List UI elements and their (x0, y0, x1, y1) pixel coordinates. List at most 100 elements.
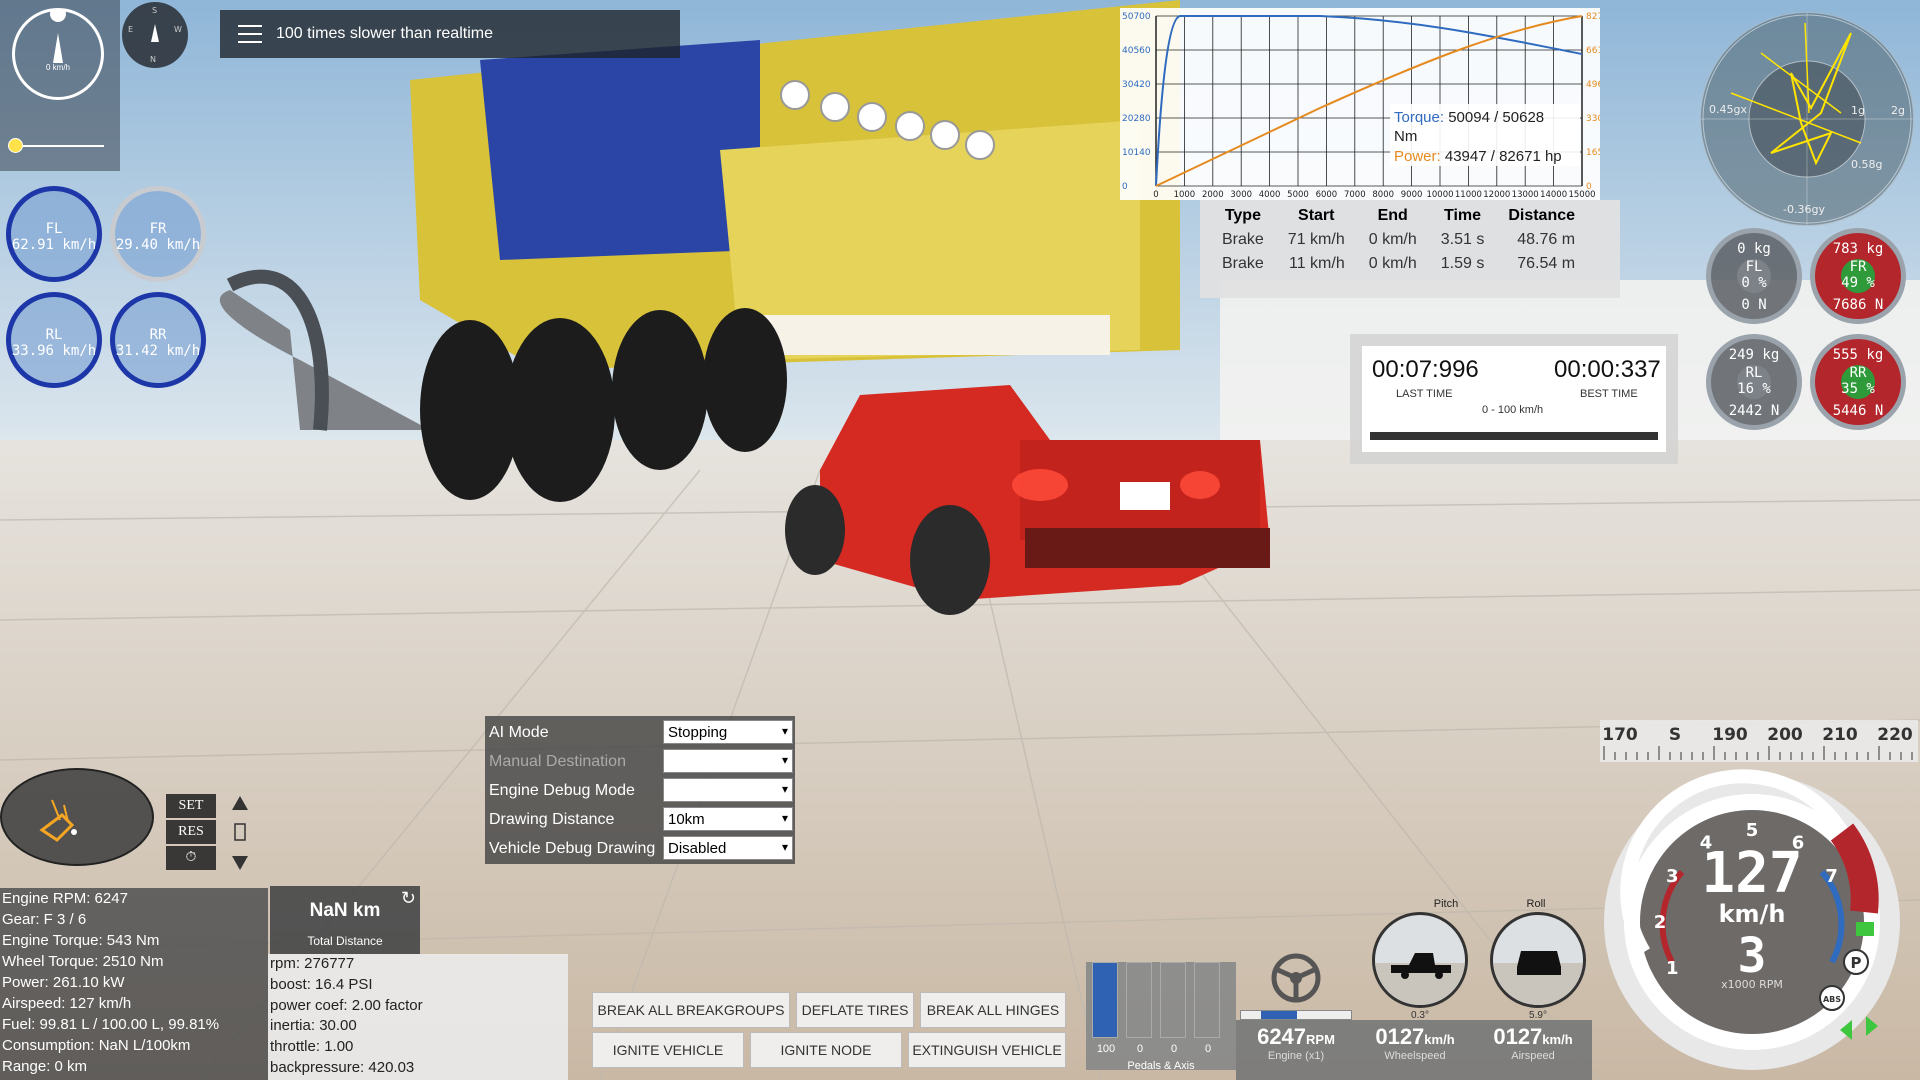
reset-icon[interactable]: ↻ (401, 888, 416, 909)
torque-unit: Nm (1394, 128, 1417, 145)
stat-line: Power: 261.10 kW (2, 974, 125, 991)
ai-row: Engine Debug Mode (489, 778, 793, 804)
engine-info-line: inertia: 30.00 (270, 1017, 357, 1035)
ai-row: AI Mode Stopping (489, 720, 793, 746)
rpm-tick: 2 (1654, 912, 1667, 933)
heading-label: 170 (1602, 725, 1638, 745)
acceleration-timer: 00:07:996 LAST TIME 00:00:337 BEST TIME … (1350, 334, 1678, 464)
x-tick: 13000 (1512, 190, 1539, 200)
brake-cell: 0 km/h (1368, 255, 1417, 272)
wheel-label: RL (45, 327, 63, 343)
x-tick: 7000 (1344, 190, 1366, 200)
brake-cell: Brake (1222, 255, 1264, 272)
ai-row-select[interactable] (663, 778, 793, 802)
y-left-tick: 30420 (1122, 80, 1151, 90)
brake-cell: 11 km/h (1288, 255, 1345, 272)
wheel-speed-fl: FL 62.91 km/h (6, 186, 102, 282)
wheel-speed-rr: RR 31.42 km/h (110, 292, 206, 388)
torque-power-graph: 50700 40560 30420 20280 10140 0 82700 66160 496… (1120, 8, 1600, 200)
tire-load-name: RR (1849, 365, 1867, 381)
pedal-value: 0 (1136, 1043, 1144, 1055)
cruise-res-button[interactable]: RES (166, 820, 216, 844)
wheel-speed-fr: FR 29.40 km/h (110, 186, 206, 282)
svg-text:N: N (150, 55, 156, 64)
engine-debug-info: rpm: 276777 boost: 16.4 PSI power coef: 2.… (268, 954, 568, 1080)
compass: 0 km/h (12, 6, 104, 100)
ai-row-select[interactable]: 10km (663, 807, 793, 831)
trip-distance: NaN km (309, 900, 381, 921)
menu-icon[interactable] (238, 25, 262, 43)
ai-row-select[interactable]: Disabled (663, 836, 793, 860)
ai-row: Vehicle Debug Drawing Disabled (489, 836, 793, 862)
radar-label: 2g (1891, 104, 1905, 117)
tire-load-weight: 783 kg (1832, 241, 1884, 257)
radar-label: 0.45gx (1709, 103, 1747, 116)
gear-value: 3 (1738, 928, 1767, 984)
wheel-speed-value: 29.40 km/h (115, 237, 201, 253)
deflate-tires-button[interactable]: DEFLATE TIRES (796, 992, 914, 1028)
heading-label: 200 (1767, 725, 1803, 745)
wheel-label: FL (45, 221, 63, 237)
speed-value: 127 (1701, 841, 1802, 906)
stat-line: Consumption: NaN L/100km (2, 1037, 191, 1054)
sim-speed-banner[interactable]: 100 times slower than realtime (220, 10, 680, 58)
pedals-caption: Pedals & Axis (1127, 1060, 1195, 1072)
x-tick: 12000 (1483, 190, 1510, 200)
ai-row-select[interactable]: Stopping (663, 720, 793, 744)
tire-load-rr: 555 kg RR 35 % 5446 N (1810, 334, 1906, 430)
brake-cell: 71 km/h (1287, 231, 1345, 248)
y-right-tick: 33080 (1586, 114, 1600, 124)
roll-label: Roll (1526, 898, 1546, 910)
pedals-axis-panel: 100 0 0 0 Pedals & Axis (1086, 962, 1236, 1072)
x-tick: 14000 (1540, 190, 1567, 200)
heading-tape: 170 S 190 200 210 220 (1600, 720, 1918, 762)
ai-row-label: Drawing Distance (489, 811, 615, 828)
radar-label: -0.36gy (1783, 203, 1825, 216)
g-force-plot: 0.45gx 1g 2g 0.58g -0.36gy (1701, 13, 1913, 225)
pedal-value: 100 (1096, 1043, 1116, 1055)
y-left-tick: 50700 (1122, 12, 1151, 22)
tire-load-force: 5446 N (1832, 403, 1884, 419)
ignite-node-button[interactable]: IGNITE NODE (750, 1032, 902, 1068)
zoom-slider-track[interactable] (14, 145, 104, 147)
stat-line: Engine Torque: 543 Nm (2, 932, 160, 949)
brake-header: Distance (1508, 207, 1576, 224)
tire-load-weight: 249 kg (1728, 347, 1780, 363)
stat-line: Gear: F 3 / 6 (2, 911, 87, 928)
break-all-hinges-button[interactable]: BREAK ALL HINGES (920, 992, 1066, 1028)
tire-load-weight: 0 kg (1737, 241, 1771, 257)
x-tick: 4000 (1259, 190, 1281, 200)
heading-label: 190 (1712, 725, 1748, 745)
last-time-label: LAST TIME (1396, 388, 1453, 400)
cruise-speedometer-icon[interactable]: ⏱ (166, 846, 216, 870)
extinguish-vehicle-button[interactable]: EXTINGUISH VEHICLE (908, 1032, 1066, 1068)
cruise-set-button[interactable]: SET (166, 794, 216, 818)
zoom-slider-knob[interactable] (8, 138, 23, 153)
pitch-indicator (1372, 912, 1468, 1008)
g-force-radar: 0.45gx 1g 2g 0.58g -0.36gy (1700, 12, 1914, 226)
x-tick: 0 (1153, 190, 1158, 200)
wheelspeed-readout: 0127km/h Wheelspeed (1375, 1024, 1455, 1062)
heading-tape-scale: 170 S 190 200 210 220 (1602, 725, 1913, 760)
ai-row-select[interactable] (663, 749, 793, 773)
ignite-vehicle-button[interactable]: IGNITE VEHICLE (592, 1032, 744, 1068)
navigation-panel: 0 km/h (0, 0, 120, 171)
x-tick: 5000 (1287, 190, 1309, 200)
tire-load-name: FR (1849, 259, 1867, 275)
x-tick: 11000 (1455, 190, 1482, 200)
cruise-control: SET RES ⏱ (166, 794, 248, 876)
tire-load-pct: 49 % (1841, 275, 1875, 291)
cruise-arrows-icon[interactable] (230, 794, 250, 874)
pedal-bars: 100 0 0 0 (1092, 962, 1230, 1055)
x-tick: 10000 (1426, 190, 1453, 200)
pedal-value: 0 (1204, 1043, 1212, 1055)
brake-header: Type (1224, 207, 1261, 224)
wheel-speed-value: 62.91 km/h (11, 237, 97, 253)
brake-header: Start (1298, 207, 1335, 224)
brake-header: Time (1444, 207, 1482, 224)
break-all-breakgroups-button[interactable]: BREAK ALL BREAKGROUPS (592, 992, 790, 1028)
park-label: P (1851, 954, 1862, 972)
wheel-speed-value: 31.42 km/h (115, 343, 201, 359)
rpm-caption: x1000 RPM (1721, 978, 1783, 991)
brake-row: Brake 11 km/h 0 km/h 1.59 s 76.54 m (1210, 252, 1587, 276)
